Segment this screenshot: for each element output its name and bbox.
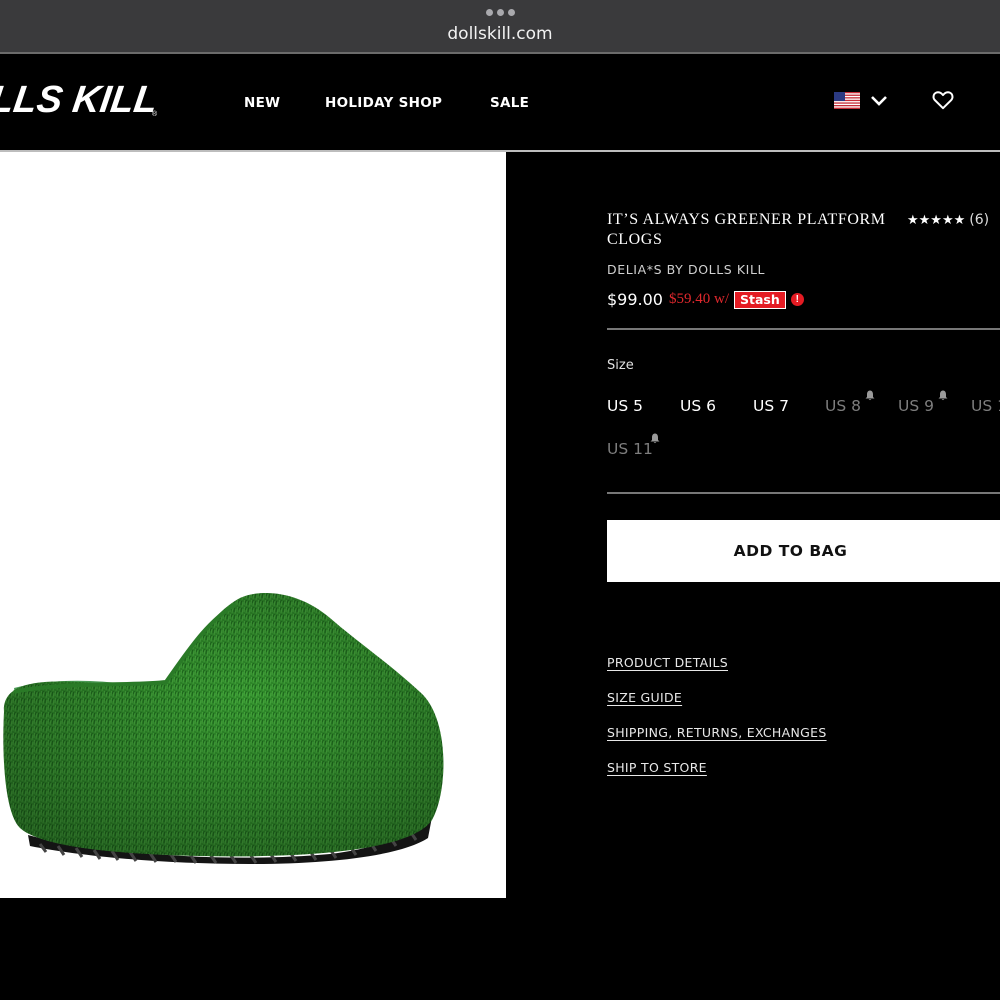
rating-stars[interactable]: ★★★★★ (6) (907, 212, 989, 228)
product-brand[interactable]: DELIA*S BY DOLLS KILL (607, 262, 765, 277)
size-option-us-8[interactable]: US 8 (825, 397, 861, 415)
link-product-details[interactable]: PRODUCT DETAILS (607, 655, 728, 670)
dolls-kill-logo[interactable]: LLS KILL ® (0, 76, 170, 124)
chevron-down-icon[interactable] (870, 92, 888, 108)
logo-text: LLS KILL (0, 78, 160, 121)
add-to-bag-label: ADD TO BAG (733, 542, 848, 560)
address-bar-url[interactable]: dollskill.com (0, 24, 1000, 44)
price-row: $99.00 $59.40 w/ Stash ! (607, 290, 804, 309)
size-option-us-5[interactable]: US 5 (607, 397, 643, 415)
link-shipping-returns[interactable]: SHIPPING, RETURNS, EXCHANGES (607, 725, 827, 740)
info-icon[interactable]: ! (790, 293, 804, 306)
star-rating-icon: ★★★★★ (907, 212, 966, 227)
divider (607, 328, 1000, 330)
size-option-us-9[interactable]: US 9 (898, 397, 934, 415)
svg-text:®: ® (152, 110, 158, 118)
stash-badge[interactable]: Stash (733, 290, 786, 309)
nav-sale[interactable]: SALE (490, 95, 529, 111)
more-dots-icon[interactable] (486, 9, 516, 17)
product-price: $99.00 (607, 290, 663, 309)
nav-new[interactable]: NEW (244, 95, 280, 111)
size-option-us-7[interactable]: US 7 (753, 397, 789, 415)
stash-price: $59.40 w/ (668, 291, 729, 307)
review-count[interactable]: (6) (969, 212, 989, 228)
site-header: LLS KILL ® NEW HOLIDAY SHOP SALE (0, 54, 1000, 150)
notify-bell-icon[interactable] (938, 390, 948, 401)
link-size-guide[interactable]: SIZE GUIDE (607, 690, 682, 705)
size-option-us-11[interactable]: US 11 (607, 440, 653, 458)
product-title: IT’S ALWAYS GREENER PLATFORM CLOGS (607, 211, 886, 248)
product-info-panel: IT’S ALWAYS GREENER PLATFORM CLOGS ★★★★★… (607, 152, 1000, 898)
size-label: Size (607, 358, 634, 373)
notify-bell-icon[interactable] (650, 433, 660, 444)
size-option-us-10[interactable]: US 1 (971, 397, 1000, 415)
size-option-us-6[interactable]: US 6 (680, 397, 716, 415)
product-image[interactable] (0, 152, 506, 898)
browser-toolbar: dollskill.com (0, 0, 1000, 52)
notify-bell-icon[interactable] (865, 390, 875, 401)
us-flag-icon[interactable] (834, 92, 860, 109)
turf-clog-illustration (3, 592, 444, 864)
link-ship-to-store[interactable]: SHIP TO STORE (607, 760, 707, 775)
add-to-bag-button[interactable]: ADD TO BAG (607, 520, 1000, 582)
nav-holiday-shop[interactable]: HOLIDAY SHOP (325, 95, 442, 111)
heart-icon[interactable] (932, 90, 954, 110)
divider (607, 492, 1000, 494)
